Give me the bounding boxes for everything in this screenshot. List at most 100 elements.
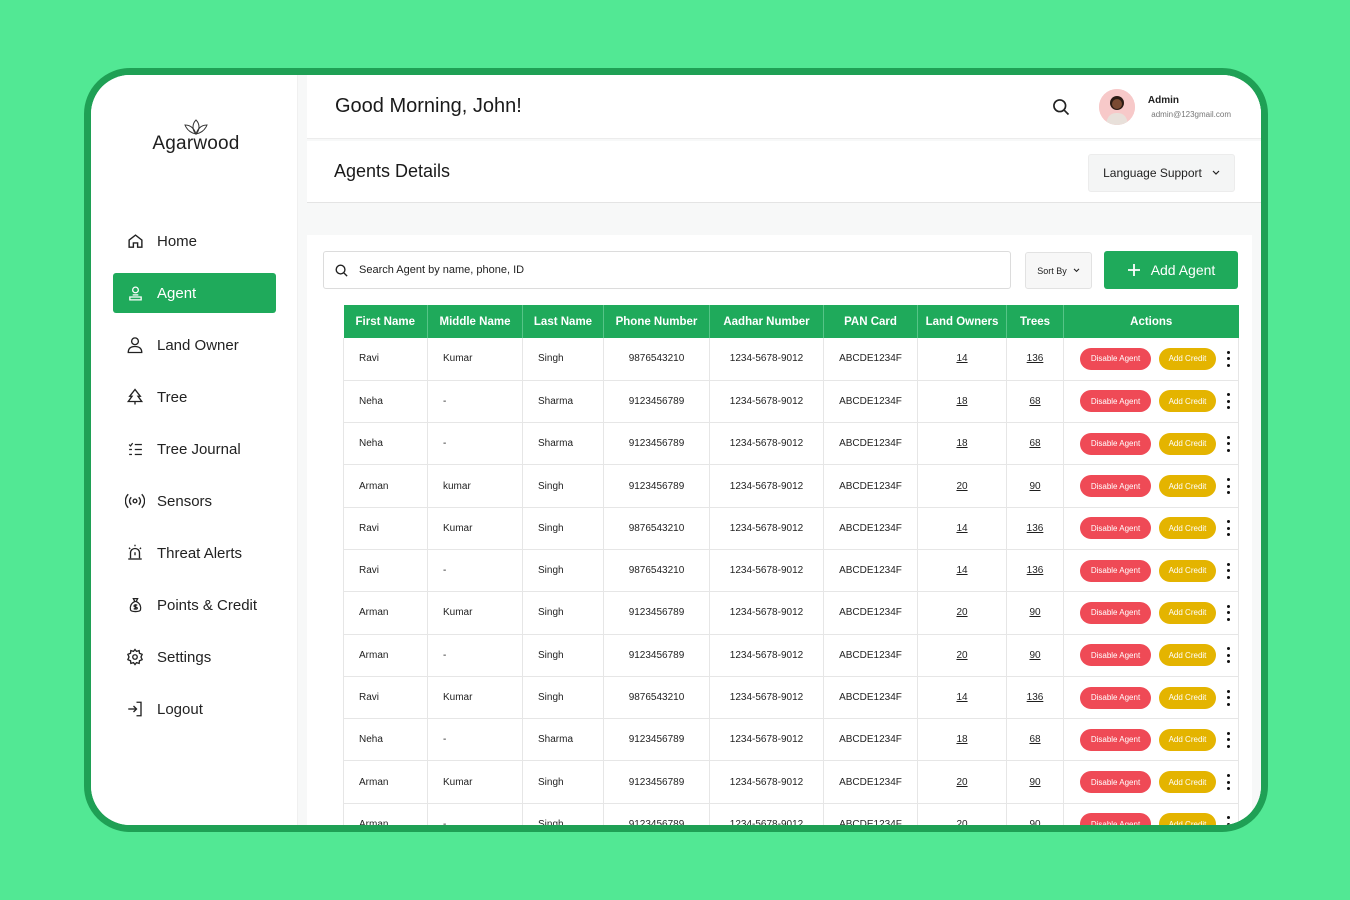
land-owners-link[interactable]: 20 bbox=[956, 607, 967, 618]
table-row[interactable]: Ravi Kumar Singh 9876543210 1234-5678-9012 AB… bbox=[343, 676, 1239, 720]
language-support-dropdown[interactable]: Language Support bbox=[1088, 154, 1235, 192]
table-row[interactable]: Neha - Sharma 9123456789 1234-5678-9012 ABCDE… bbox=[343, 422, 1239, 466]
more-options-icon[interactable] bbox=[1224, 731, 1232, 748]
trees-link[interactable]: 90 bbox=[1029, 819, 1040, 825]
more-options-icon[interactable] bbox=[1224, 435, 1232, 452]
column-header[interactable]: Trees bbox=[1006, 305, 1064, 338]
disable-agent-button[interactable]: Disable Agent bbox=[1080, 601, 1151, 624]
column-header[interactable]: Aadhar Number bbox=[709, 305, 824, 338]
disable-agent-button[interactable]: Disable Agent bbox=[1080, 813, 1151, 825]
more-options-icon[interactable] bbox=[1224, 520, 1232, 537]
table-row[interactable]: Ravi Kumar Singh 9876543210 1234-5678-9012 AB… bbox=[343, 507, 1239, 550]
column-header[interactable]: Last Name bbox=[522, 305, 604, 338]
trees-link[interactable]: 90 bbox=[1029, 481, 1040, 492]
more-options-icon[interactable] bbox=[1224, 478, 1232, 495]
land-owners-link[interactable]: 14 bbox=[956, 565, 967, 576]
sort-by-dropdown[interactable]: Sort By bbox=[1025, 252, 1092, 289]
more-options-icon[interactable] bbox=[1224, 604, 1232, 621]
land-owners-link[interactable]: 14 bbox=[956, 692, 967, 703]
trees-link[interactable]: 136 bbox=[1027, 692, 1044, 703]
add-credit-button[interactable]: Add Credit bbox=[1159, 432, 1216, 455]
more-options-icon[interactable] bbox=[1224, 689, 1232, 706]
disable-agent-button[interactable]: Disable Agent bbox=[1080, 728, 1151, 751]
sidebar-item-points-credit[interactable]: Points & Credit bbox=[113, 585, 276, 625]
add-credit-button[interactable]: Add Credit bbox=[1159, 813, 1216, 825]
trees-link[interactable]: 136 bbox=[1027, 353, 1044, 364]
disable-agent-button[interactable]: Disable Agent bbox=[1080, 559, 1151, 582]
avatar[interactable] bbox=[1099, 89, 1135, 125]
disable-agent-button[interactable]: Disable Agent bbox=[1080, 771, 1151, 794]
trees-link[interactable]: 68 bbox=[1029, 396, 1040, 407]
add-credit-button[interactable]: Add Credit bbox=[1159, 517, 1216, 540]
table-row[interactable]: Arman kumar Singh 9123456789 1234-5678-9012 A… bbox=[343, 464, 1239, 508]
land-owners-link[interactable]: 18 bbox=[956, 734, 967, 745]
add-agent-button[interactable]: Add Agent bbox=[1104, 251, 1238, 289]
more-options-icon[interactable] bbox=[1224, 647, 1232, 664]
table-row[interactable]: Arman Kumar Singh 9123456789 1234-5678-9012 A… bbox=[343, 591, 1239, 635]
trees-link[interactable]: 90 bbox=[1029, 607, 1040, 618]
add-credit-button[interactable]: Add Credit bbox=[1159, 771, 1216, 794]
land-owners-link[interactable]: 14 bbox=[956, 523, 967, 534]
more-options-icon[interactable] bbox=[1224, 350, 1232, 367]
add-credit-button[interactable]: Add Credit bbox=[1159, 728, 1216, 751]
sidebar-item-tree-journal[interactable]: Tree Journal bbox=[113, 429, 276, 469]
trees-link[interactable]: 136 bbox=[1027, 565, 1044, 576]
table-row[interactable]: Ravi Kumar Singh 9876543210 1234-5678-9012 AB… bbox=[343, 338, 1239, 381]
table-row[interactable]: Arman - Singh 9123456789 1234-5678-9012 ABCDE… bbox=[343, 803, 1239, 825]
disable-agent-button[interactable]: Disable Agent bbox=[1080, 686, 1151, 709]
sidebar-item-sensors[interactable]: Sensors bbox=[113, 481, 276, 521]
table-row[interactable]: Arman - Singh 9123456789 1234-5678-9012 ABCDE… bbox=[343, 634, 1239, 677]
disable-agent-button[interactable]: Disable Agent bbox=[1080, 517, 1151, 540]
column-header[interactable]: Land Owners bbox=[917, 305, 1007, 338]
column-header[interactable]: PAN Card bbox=[823, 305, 918, 338]
table-row[interactable]: Ravi - Singh 9876543210 1234-5678-9012 ABCDE1… bbox=[343, 549, 1239, 593]
land-owners-link[interactable]: 20 bbox=[956, 819, 967, 825]
first-name-cell: Neha bbox=[343, 422, 428, 466]
more-options-icon[interactable] bbox=[1224, 774, 1232, 791]
sidebar-item-threat-alerts[interactable]: Threat Alerts bbox=[113, 533, 276, 573]
column-header[interactable]: Middle Name bbox=[427, 305, 523, 338]
sidebar-item-tree[interactable]: Tree bbox=[113, 377, 276, 417]
land-owners-link[interactable]: 14 bbox=[956, 353, 967, 364]
sidebar-item-logout[interactable]: Logout bbox=[113, 689, 276, 729]
land-owners-link[interactable]: 18 bbox=[956, 438, 967, 449]
add-credit-button[interactable]: Add Credit bbox=[1159, 347, 1216, 370]
trees-link[interactable]: 68 bbox=[1029, 438, 1040, 449]
column-header[interactable]: Phone Number bbox=[603, 305, 710, 338]
disable-agent-button[interactable]: Disable Agent bbox=[1080, 432, 1151, 455]
land-owners-link[interactable]: 20 bbox=[956, 481, 967, 492]
agent-search[interactable] bbox=[323, 251, 1011, 289]
disable-agent-button[interactable]: Disable Agent bbox=[1080, 347, 1151, 370]
search-input[interactable] bbox=[359, 264, 959, 276]
column-header[interactable]: First Name bbox=[343, 305, 428, 338]
disable-agent-button[interactable]: Disable Agent bbox=[1080, 475, 1151, 498]
trees-link[interactable]: 90 bbox=[1029, 777, 1040, 788]
add-credit-button[interactable]: Add Credit bbox=[1159, 475, 1216, 498]
add-credit-button[interactable]: Add Credit bbox=[1159, 601, 1216, 624]
table-row[interactable]: Neha - Sharma 9123456789 1234-5678-9012 ABCDE… bbox=[343, 718, 1239, 762]
land-owners-link[interactable]: 20 bbox=[956, 777, 967, 788]
land-owners-link[interactable]: 18 bbox=[956, 396, 967, 407]
search-icon[interactable] bbox=[1051, 97, 1071, 122]
sidebar-item-settings[interactable]: Settings bbox=[113, 637, 276, 677]
user-name: Admin bbox=[1147, 95, 1179, 106]
sidebar-item-agent[interactable]: Agent bbox=[113, 273, 276, 313]
trees-link[interactable]: 136 bbox=[1027, 523, 1044, 534]
more-options-icon[interactable] bbox=[1224, 393, 1232, 410]
add-credit-button[interactable]: Add Credit bbox=[1159, 390, 1216, 413]
trees-link[interactable]: 68 bbox=[1029, 734, 1040, 745]
disable-agent-button[interactable]: Disable Agent bbox=[1080, 644, 1151, 667]
more-options-icon[interactable] bbox=[1224, 562, 1232, 579]
aadhar-cell: 1234-5678-9012 bbox=[709, 507, 824, 550]
table-row[interactable]: Neha - Sharma 9123456789 1234-5678-9012 ABCDE… bbox=[343, 380, 1239, 424]
sidebar-item-land-owner[interactable]: Land Owner bbox=[113, 325, 276, 365]
table-row[interactable]: Arman Kumar Singh 9123456789 1234-5678-9012 A… bbox=[343, 760, 1239, 804]
disable-agent-button[interactable]: Disable Agent bbox=[1080, 390, 1151, 413]
add-credit-button[interactable]: Add Credit bbox=[1159, 559, 1216, 582]
add-credit-button[interactable]: Add Credit bbox=[1159, 644, 1216, 667]
add-credit-button[interactable]: Add Credit bbox=[1159, 686, 1216, 709]
sidebar-item-home[interactable]: Home bbox=[113, 221, 276, 261]
more-options-icon[interactable] bbox=[1224, 816, 1232, 825]
land-owners-link[interactable]: 20 bbox=[956, 650, 967, 661]
trees-link[interactable]: 90 bbox=[1029, 650, 1040, 661]
